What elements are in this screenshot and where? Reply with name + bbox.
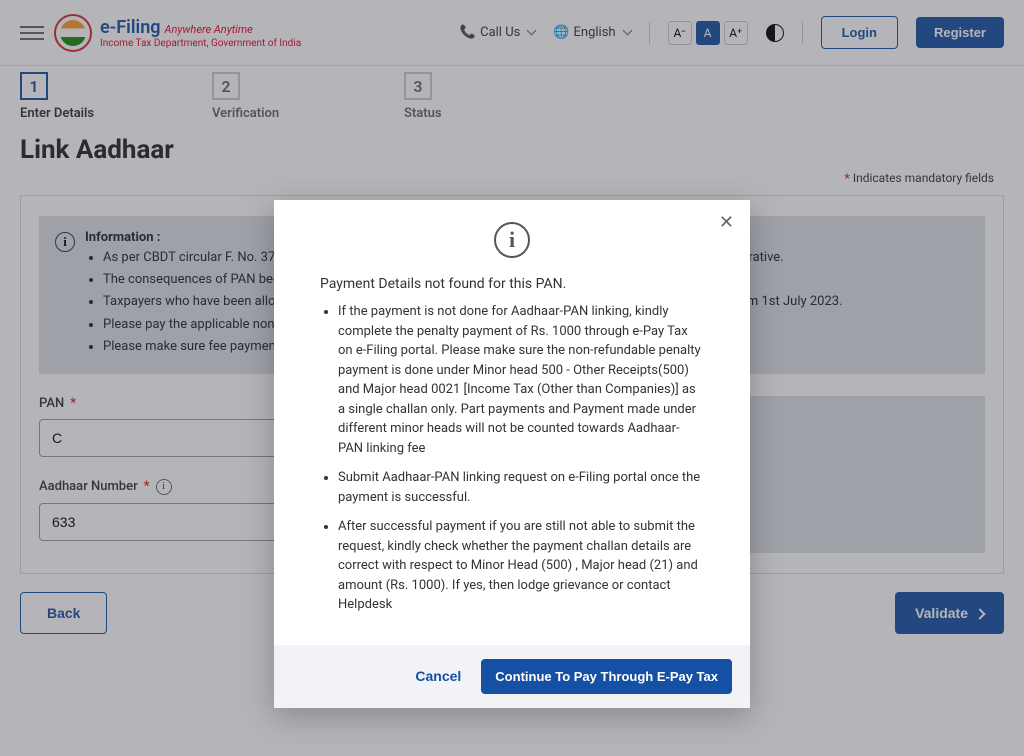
info-icon: i bbox=[494, 222, 530, 258]
modal-bullet: Submit Aadhaar-PAN linking request on e-… bbox=[338, 468, 704, 507]
modal-bullet: After successful payment if you are stil… bbox=[338, 517, 704, 615]
continue-epay-button[interactable]: Continue To Pay Through E-Pay Tax bbox=[481, 659, 732, 694]
modal-actions: Cancel Continue To Pay Through E-Pay Tax bbox=[274, 645, 750, 708]
modal-message: Payment Details not found for this PAN. bbox=[274, 258, 750, 302]
close-icon[interactable]: ✕ bbox=[719, 212, 734, 233]
modal-bullets: If the payment is not done for Aadhaar-P… bbox=[274, 302, 750, 645]
cancel-button[interactable]: Cancel bbox=[415, 668, 461, 684]
modal-overlay: ✕ i Payment Details not found for this P… bbox=[0, 0, 1024, 756]
modal-bullet: If the payment is not done for Aadhaar-P… bbox=[338, 302, 704, 458]
payment-not-found-modal: ✕ i Payment Details not found for this P… bbox=[274, 200, 750, 708]
